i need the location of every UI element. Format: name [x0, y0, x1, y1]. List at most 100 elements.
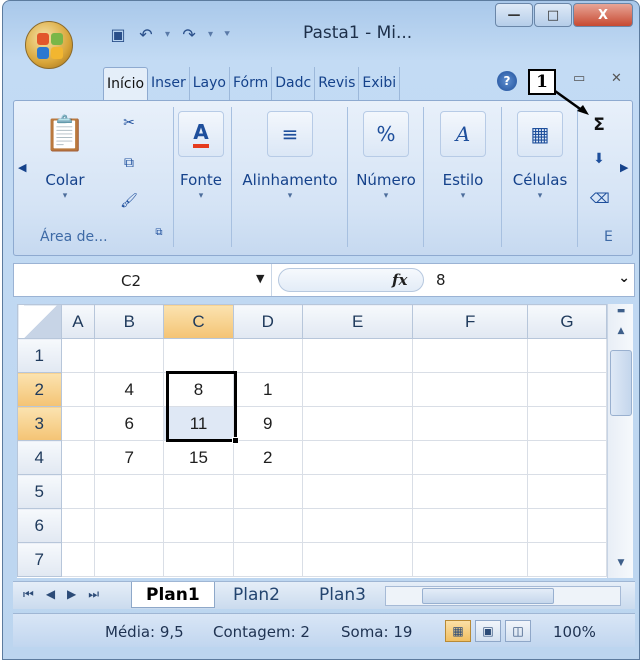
- row-header[interactable]: 4: [17, 440, 62, 475]
- cells-button[interactable]: ▦ Células ▾: [506, 111, 574, 201]
- customize-qat-icon[interactable]: ⯆: [223, 29, 231, 40]
- maximize-button[interactable]: □: [534, 3, 572, 27]
- cell[interactable]: [60, 440, 96, 475]
- cell[interactable]: [301, 440, 414, 475]
- tab-layout[interactable]: Layo: [190, 67, 230, 101]
- cell[interactable]: [232, 508, 303, 543]
- cell[interactable]: [526, 542, 607, 577]
- column-header[interactable]: D: [232, 304, 303, 339]
- tab-inserir[interactable]: Inser: [148, 67, 190, 101]
- tab-exibicao[interactable]: Exibi: [359, 67, 401, 101]
- sheet-tab-plan2[interactable]: Plan2: [219, 582, 294, 608]
- row-header-selected[interactable]: 2: [17, 372, 62, 407]
- cell[interactable]: [60, 406, 96, 441]
- cell[interactable]: 15: [163, 440, 234, 475]
- expand-formula-icon[interactable]: ⌄: [618, 270, 630, 286]
- copy-icon[interactable]: ⧉: [120, 155, 138, 173]
- cell[interactable]: [232, 542, 303, 577]
- cell-active[interactable]: 8: [163, 372, 234, 407]
- cell[interactable]: 7: [94, 440, 165, 475]
- undo-dropdown-icon[interactable]: ▾: [165, 29, 170, 40]
- row-header[interactable]: 1: [17, 338, 62, 373]
- scroll-down-icon[interactable]: ▼: [610, 558, 632, 574]
- cell[interactable]: [301, 542, 414, 577]
- scroll-up-icon[interactable]: ▲: [610, 326, 632, 342]
- cell[interactable]: 1: [232, 372, 303, 407]
- cell[interactable]: [60, 372, 96, 407]
- page-layout-view-icon[interactable]: ▣: [475, 620, 501, 642]
- paste-dropdown-icon[interactable]: ▾: [63, 191, 68, 201]
- cell[interactable]: [301, 338, 414, 373]
- cell[interactable]: 6: [94, 406, 165, 441]
- normal-view-icon[interactable]: ▦: [445, 620, 471, 642]
- column-header[interactable]: G: [526, 304, 607, 339]
- cell[interactable]: [301, 372, 414, 407]
- cell[interactable]: [94, 508, 165, 543]
- cell[interactable]: [301, 406, 414, 441]
- page-break-view-icon[interactable]: ◫: [505, 620, 531, 642]
- horizontal-scroll-thumb[interactable]: [422, 588, 554, 604]
- column-header-selected[interactable]: C: [163, 304, 234, 339]
- cell[interactable]: [412, 406, 528, 441]
- cell[interactable]: [94, 542, 165, 577]
- font-button[interactable]: A Fonte ▾: [178, 111, 224, 201]
- cell[interactable]: [412, 338, 528, 373]
- last-sheet-icon[interactable]: ⏭: [88, 587, 99, 602]
- paste-button[interactable]: 📋 Colar ▾: [42, 111, 88, 201]
- cell[interactable]: [163, 338, 234, 373]
- horizontal-scrollbar[interactable]: [385, 586, 621, 606]
- cell[interactable]: [163, 508, 234, 543]
- tab-inicio[interactable]: Início: [103, 67, 149, 101]
- clear-icon[interactable]: ⌫: [590, 191, 610, 209]
- cell[interactable]: [526, 474, 607, 509]
- row-header[interactable]: 5: [17, 474, 62, 509]
- cell[interactable]: [301, 474, 414, 509]
- cell[interactable]: [412, 440, 528, 475]
- alignment-button[interactable]: ≡ Alinhamento ▾: [236, 111, 344, 201]
- cell[interactable]: 9: [232, 406, 303, 441]
- cell[interactable]: [526, 406, 607, 441]
- cell[interactable]: [232, 474, 303, 509]
- vertical-scrollbar[interactable]: ▬ ▲ ▼: [607, 304, 633, 578]
- select-all-corner[interactable]: [17, 304, 62, 339]
- cell[interactable]: [94, 338, 165, 373]
- redo-icon[interactable]: ↷: [180, 25, 198, 44]
- minimize-button[interactable]: —: [495, 3, 533, 27]
- cell[interactable]: 4: [94, 372, 165, 407]
- column-header[interactable]: E: [301, 304, 414, 339]
- cell[interactable]: [526, 338, 607, 373]
- cell-selected[interactable]: 11: [163, 406, 234, 441]
- close-button[interactable]: X: [573, 3, 633, 27]
- number-dropdown-icon[interactable]: ▾: [384, 191, 389, 201]
- font-dropdown-icon[interactable]: ▾: [199, 191, 204, 201]
- insert-function-icon[interactable]: fx: [392, 271, 407, 289]
- cell[interactable]: [232, 338, 303, 373]
- first-sheet-icon[interactable]: ⏮: [23, 587, 34, 602]
- office-button[interactable]: [25, 21, 73, 69]
- prev-sheet-icon[interactable]: ◀: [46, 587, 55, 602]
- row-header-selected[interactable]: 3: [17, 406, 62, 441]
- cell[interactable]: [60, 542, 96, 577]
- number-button[interactable]: % Número ▾: [352, 111, 420, 201]
- ribbon-scroll-left-icon[interactable]: ◀: [18, 161, 26, 174]
- formula-input[interactable]: 8: [436, 271, 446, 289]
- zoom-level[interactable]: 100%: [553, 623, 596, 641]
- next-sheet-icon[interactable]: ▶: [67, 587, 76, 602]
- cell[interactable]: 2: [232, 440, 303, 475]
- split-box-icon[interactable]: ▬: [610, 306, 632, 322]
- cell[interactable]: [412, 542, 528, 577]
- style-button[interactable]: A Estilo ▾: [430, 111, 496, 201]
- alignment-dropdown-icon[interactable]: ▾: [288, 191, 293, 201]
- format-painter-icon[interactable]: 🖌: [120, 193, 138, 211]
- save-icon[interactable]: ▣: [109, 25, 127, 44]
- ribbon-scroll-right-icon[interactable]: ▶: [620, 161, 628, 174]
- cell[interactable]: [301, 508, 414, 543]
- style-dropdown-icon[interactable]: ▾: [461, 191, 466, 201]
- tab-dados[interactable]: Dadc: [272, 67, 316, 101]
- fill-icon[interactable]: ⬇: [590, 151, 608, 169]
- help-icon[interactable]: ?: [497, 71, 517, 91]
- cell[interactable]: [526, 440, 607, 475]
- undo-icon[interactable]: ↶: [137, 25, 155, 44]
- tab-revisao[interactable]: Revis: [315, 67, 360, 101]
- column-header[interactable]: A: [60, 304, 96, 339]
